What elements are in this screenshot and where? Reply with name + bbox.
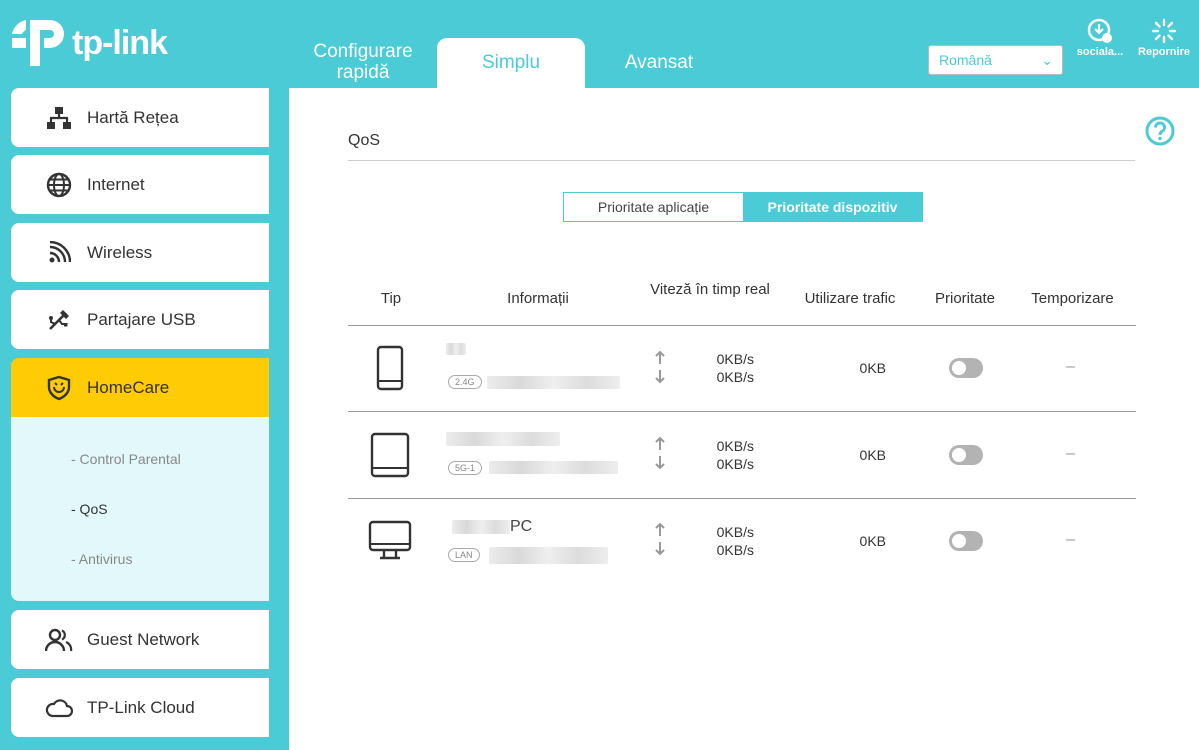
priority-mode-toggle: Prioritate aplicație Prioritate dispozit… [563, 192, 923, 222]
social-label: sociala... [1076, 46, 1124, 58]
tp-link-logo: tp-link [10, 14, 168, 72]
social-button[interactable]: sociala... [1070, 18, 1130, 58]
download-speed: 0KB/s [716, 456, 754, 472]
sidebar-item-label: Partajare USB [87, 309, 196, 329]
priority-toggle[interactable] [949, 358, 983, 378]
upload-speed: 0KB/s [716, 524, 754, 540]
column-header-info: Informații [507, 290, 569, 307]
reboot-spinner-icon [1151, 18, 1177, 44]
main-panel [289, 88, 1199, 750]
timing-value: – [1066, 358, 1075, 375]
blurred-mac-address [489, 547, 608, 564]
band-badge: 2.4G [448, 375, 482, 389]
column-header-timing: Temporizare [1031, 290, 1114, 307]
homecare-submenu: - Control Parental - QoS - Antivirus [11, 417, 269, 601]
submenu-antivirus[interactable]: - Antivirus [71, 551, 132, 567]
sidebar-item-label: TP-Link Cloud [87, 697, 195, 717]
reboot-button[interactable]: Repornire [1134, 18, 1194, 58]
traffic-usage: 0KB [859, 360, 886, 376]
social-download-icon [1087, 18, 1112, 43]
tablet-icon [370, 432, 410, 478]
blurred-device-name [446, 343, 466, 355]
sidebar-item-usb-sharing[interactable]: Partajare USB [11, 290, 269, 349]
blurred-device-name [452, 520, 510, 534]
device-priority-button[interactable]: Prioritate dispozitiv [743, 193, 922, 221]
reboot-label: Repornire [1138, 46, 1190, 58]
blurred-mac-address [489, 461, 618, 474]
upload-speed: 0KB/s [716, 438, 754, 454]
traffic-usage: 0KB [859, 533, 886, 549]
tab-quick-setup[interactable]: Configurare rapidă [300, 41, 426, 91]
help-icon[interactable] [1145, 116, 1175, 146]
language-value: Română [939, 52, 992, 68]
table-row-divider [348, 498, 1136, 499]
usb-icon [43, 304, 75, 336]
blurred-mac-address [487, 376, 620, 389]
up-down-arrows-icon [655, 350, 665, 384]
download-speed: 0KB/s [716, 369, 754, 385]
up-down-arrows-icon [655, 522, 665, 556]
column-header-type: Tip [380, 290, 402, 307]
desktop-pc-icon [368, 520, 412, 560]
page-title: QoS [348, 132, 381, 149]
timing-value: – [1066, 445, 1075, 462]
blurred-device-name [446, 432, 560, 446]
network-map-icon [43, 102, 75, 134]
sidebar-item-label: HomeCare [87, 377, 170, 397]
guests-icon [43, 624, 75, 656]
tab-advanced[interactable]: Avansat [600, 38, 718, 88]
sidebar-item-label: Guest Network [87, 629, 200, 649]
timing-value: – [1066, 531, 1075, 548]
language-select[interactable]: Română ⌄ [928, 45, 1063, 75]
sidebar-item-tplink-cloud[interactable]: TP-Link Cloud [11, 678, 269, 737]
sidebar-item-guest-network[interactable]: Guest Network [11, 610, 269, 669]
submenu-qos[interactable]: - QoS [71, 501, 108, 517]
table-row-divider [348, 411, 1136, 412]
priority-toggle[interactable] [949, 531, 983, 551]
tab-basic[interactable]: Simplu [437, 38, 585, 88]
tp-link-logo-icon [12, 20, 64, 66]
table-divider [348, 325, 1136, 326]
column-header-priority: Prioritate [934, 290, 996, 307]
download-speed: 0KB/s [716, 542, 754, 558]
sidebar-item-label: Wireless [87, 242, 153, 262]
sidebar-item-label: Hartă Rețea [87, 107, 179, 127]
phone-icon [376, 345, 404, 391]
priority-toggle[interactable] [949, 445, 983, 465]
app-priority-button[interactable]: Prioritate aplicație [564, 193, 743, 221]
column-header-traffic: Utilizare trafic [804, 290, 896, 307]
sidebar-item-label: Internet [87, 174, 145, 194]
sidebar-item-wireless[interactable]: Wireless [11, 223, 269, 282]
shield-icon [43, 372, 75, 404]
column-header-speed: Viteză în timp real [650, 281, 770, 298]
title-divider [348, 160, 1135, 161]
traffic-usage: 0KB [859, 447, 886, 463]
up-down-arrows-icon [655, 436, 665, 470]
band-badge: 5G-1 [448, 461, 483, 475]
logo-text: tp-link [72, 23, 168, 62]
globe-icon [43, 169, 75, 201]
device-name: PC [510, 518, 533, 535]
cloud-icon [43, 692, 75, 724]
connection-badge: LAN [448, 548, 480, 562]
sidebar-item-internet[interactable]: Internet [11, 155, 269, 214]
wifi-icon [43, 237, 75, 269]
upload-speed: 0KB/s [716, 351, 754, 367]
sidebar-item-homecare[interactable]: HomeCare [11, 358, 269, 417]
submenu-parental-control[interactable]: - Control Parental [71, 451, 181, 467]
sidebar-item-network-map[interactable]: Hartă Rețea [11, 88, 269, 147]
chevron-down-icon: ⌄ [1041, 52, 1053, 68]
